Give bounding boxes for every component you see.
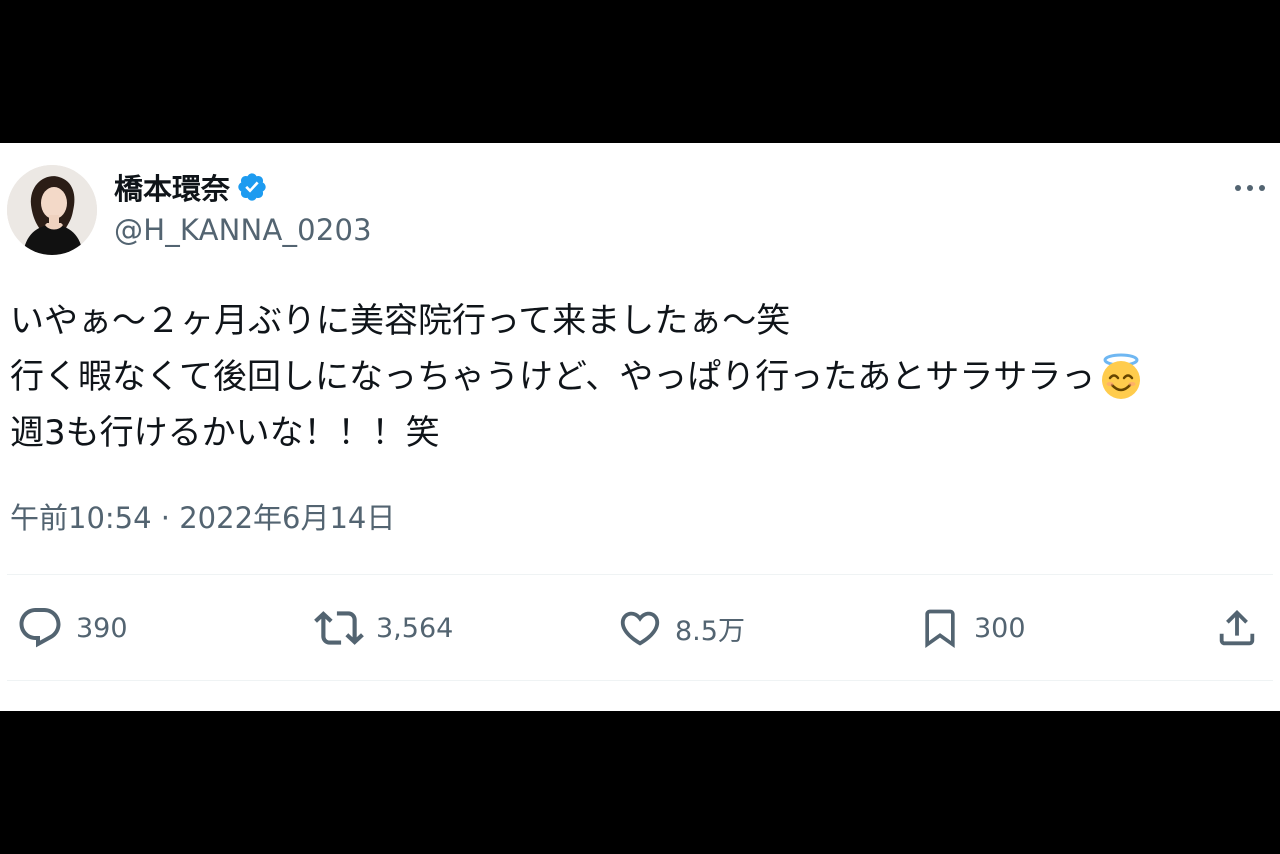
avatar-image [7,165,97,255]
bookmark-count: 300 [974,612,1026,644]
like-button[interactable]: 8.5万 [617,603,745,653]
retweet-icon [314,611,364,645]
tweet-text-line: 週3も行けるかいな！！！笑 [10,405,1275,461]
more-dots-icon [1235,185,1265,191]
smiling-face-with-halo-icon [1097,353,1145,401]
retweet-button[interactable]: 3,564 [314,603,453,653]
retweet-count: 3,564 [376,612,454,644]
divider [7,680,1273,681]
reply-icon [19,608,61,648]
tweet-text-line-3: 週3も行けるかいな！！！笑 [10,413,440,453]
verified-badge-icon [236,171,268,203]
author-name-row: 橋本環奈 [114,167,268,207]
bookmark-icon [925,609,955,649]
tweet-timestamp[interactable]: 午前10:54 · 2022年6月14日 [10,495,395,537]
author-display-name[interactable]: 橋本環奈 [114,166,230,208]
bookmark-button[interactable]: 300 [918,603,1026,653]
reply-count: 390 [76,612,128,644]
tweet-text: いやぁ〜２ヶ月ぶりに美容院行って来ましたぁ〜笑 行く暇なくて後回しになっちゃうけ… [10,293,1275,461]
divider [7,574,1273,575]
tweet-actions-bar: 390 3,564 8.5万 300 [0,603,1280,653]
tweet-text-line: いやぁ〜２ヶ月ぶりに美容院行って来ましたぁ〜笑 [10,293,1275,349]
share-button[interactable] [1214,603,1260,653]
share-icon [1219,609,1255,646]
tweet-text-line: 行く暇なくて後回しになっちゃうけど、やっぱり行ったあとサラサラっ [10,349,1275,405]
tweet-text-line-1: いやぁ〜２ヶ月ぶりに美容院行って来ましたぁ〜笑 [10,301,791,341]
more-options-button[interactable] [1228,173,1272,203]
reply-button[interactable]: 390 [16,603,128,653]
avatar[interactable] [7,165,97,255]
author-handle[interactable]: @H_KANNA_0203 [114,213,372,247]
tweet-card: 橋本環奈 @H_KANNA_0203 いやぁ〜２ヶ月ぶりに美容院行って来ましたぁ… [0,143,1280,711]
heart-icon [620,611,660,646]
tweet-text-line-2: 行く暇なくて後回しになっちゃうけど、やっぱり行ったあとサラサラっ [10,357,1096,397]
page: 橋本環奈 @H_KANNA_0203 いやぁ〜２ヶ月ぶりに美容院行って来ましたぁ… [0,0,1280,854]
like-count: 8.5万 [675,615,745,647]
